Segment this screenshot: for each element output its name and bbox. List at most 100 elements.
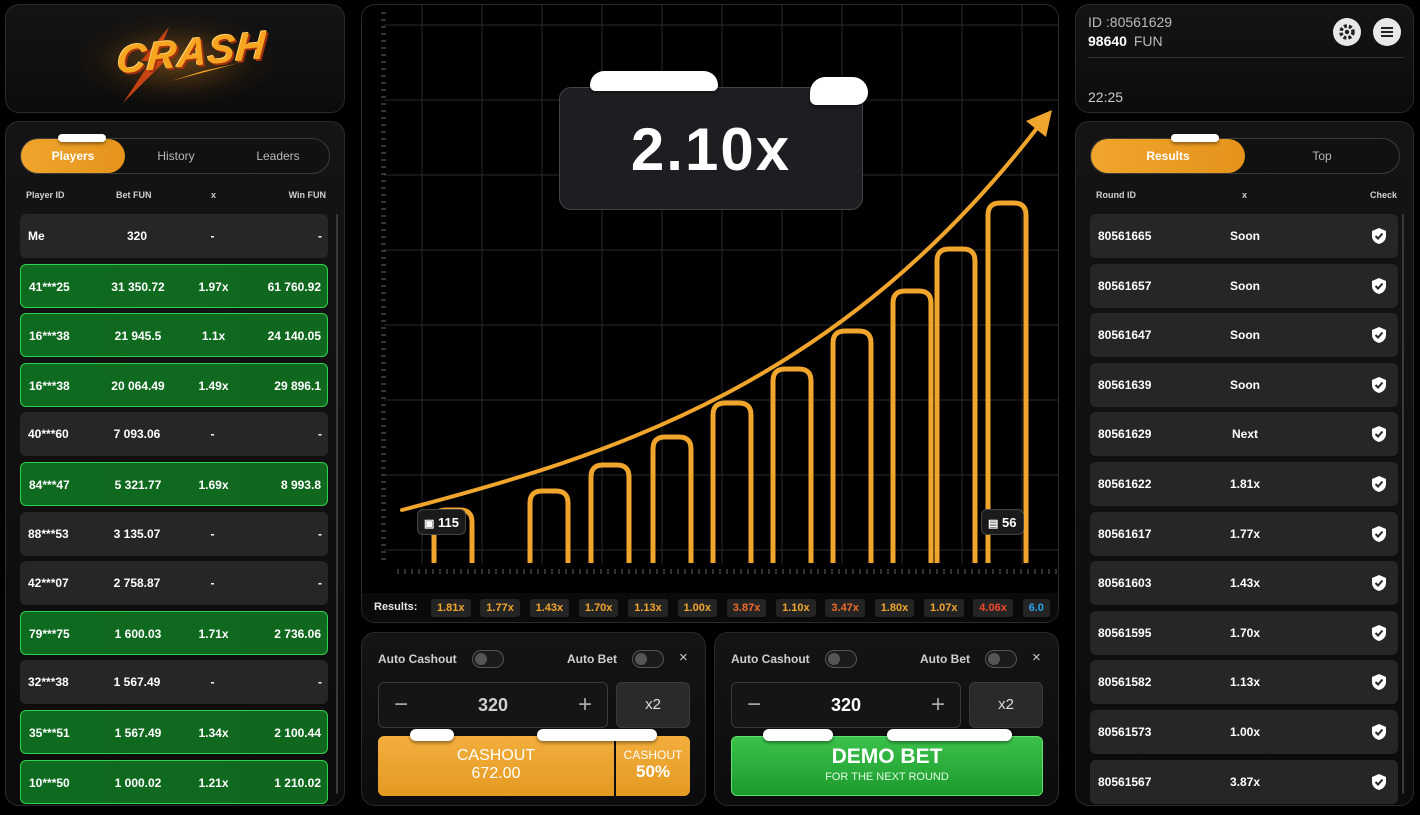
increase-bet-button[interactable]: + (920, 683, 956, 727)
decrease-bet-button[interactable]: − (736, 683, 772, 727)
result-chip[interactable]: 1.43x (529, 599, 570, 617)
shield-check-icon[interactable] (1370, 227, 1388, 245)
table-row: 41***25 31 350.72 1.97x 61 760.92 (20, 263, 328, 308)
table-row: 88***53 3 135.07 - - (20, 511, 328, 556)
tab-leaders[interactable]: Leaders (227, 139, 329, 173)
bet-amount-stepper: − 320 + (378, 682, 608, 728)
partial-cashout-button[interactable]: CASHOUT 50% (616, 736, 690, 796)
round-id: 80561573 (1098, 725, 1152, 739)
snow-decoration (590, 71, 718, 91)
bet-amount: 31 350.72 (111, 279, 165, 294)
round-id: 80561665 (1098, 229, 1152, 243)
scrollbar[interactable] (1402, 214, 1404, 794)
player-id: 16***38 (29, 378, 70, 393)
snow-decoration (410, 729, 454, 741)
shield-check-icon[interactable] (1370, 673, 1388, 691)
results-panel: Results Top Round ID x Check 80561665 Soo… (1075, 121, 1414, 806)
bet-amount: 3 135.07 (113, 526, 161, 541)
result-chip[interactable]: 1.80x (874, 599, 915, 617)
shield-check-icon[interactable] (1370, 475, 1388, 493)
result-chip[interactable]: 1.70x (578, 599, 619, 617)
round-result: 1.00x (1229, 725, 1261, 739)
curve-arrowhead (1026, 110, 1052, 137)
auto-bet-label: Auto Bet (920, 652, 970, 666)
shield-check-icon[interactable] (1370, 723, 1388, 741)
bet-amount: 320 (126, 229, 148, 243)
auto-cashout-toggle[interactable] (472, 650, 504, 668)
bet-amount: 20 064.49 (111, 378, 165, 393)
gear-icon[interactable] (1333, 18, 1361, 46)
decrease-bet-button[interactable]: − (383, 683, 419, 727)
tab-results[interactable]: Results (1091, 139, 1245, 173)
result-chip[interactable]: 1.07x (924, 599, 964, 617)
auto-cashout-label: Auto Cashout (731, 652, 810, 666)
tab-top[interactable]: Top (1245, 139, 1399, 173)
shield-check-icon[interactable] (1370, 525, 1388, 543)
multiplier: 1.69x (198, 478, 229, 492)
shield-check-icon[interactable] (1370, 773, 1388, 791)
multiplier: 1.34x (198, 726, 229, 740)
result-chip[interactable]: 4.06x (973, 599, 1013, 617)
close-icon[interactable]: × (679, 649, 688, 666)
balance: 98640 FUN (1088, 33, 1163, 49)
demo-bet-button[interactable]: DEMO BET FOR THE NEXT ROUND (731, 736, 1043, 796)
col-header-round: Round ID (1096, 190, 1136, 200)
cashout-button[interactable]: CASHOUT 672.00 (378, 736, 614, 796)
shield-check-icon[interactable] (1370, 326, 1388, 344)
shield-check-icon[interactable] (1370, 376, 1388, 394)
double-bet-button[interactable]: x2 (616, 682, 690, 728)
close-icon[interactable]: × (1032, 649, 1041, 666)
bet-amount: 1 000.02 (114, 775, 162, 790)
result-chip[interactable]: 1.13x (628, 599, 668, 617)
bet-panel-1: Auto Cashout Auto Bet × − 320 + x2 CASHO… (361, 632, 706, 806)
double-bet-button[interactable]: x2 (969, 682, 1043, 728)
auto-cashout-toggle[interactable] (825, 650, 857, 668)
bet-amount: 7 093.06 (113, 427, 161, 442)
result-chip[interactable]: 6.0 (1022, 599, 1050, 617)
table-row: 80561657 Soon (1090, 263, 1398, 308)
result-chip[interactable]: 1.81x (431, 599, 471, 617)
graph-arch (890, 288, 934, 563)
bet-amount-value[interactable]: 320 (782, 683, 910, 727)
player-id: 16***38 (29, 329, 70, 344)
snow-decoration (537, 729, 657, 741)
increase-bet-button[interactable]: + (567, 683, 603, 727)
auto-bet-toggle[interactable] (985, 650, 1017, 668)
tab-players[interactable]: Players (21, 139, 125, 173)
clock: 22:25 (1088, 89, 1124, 105)
result-chip[interactable]: 1.77x (480, 599, 520, 617)
player-id: ID :80561629 (1088, 14, 1173, 30)
result-chip[interactable]: 1.10x (776, 599, 816, 617)
player-id: 40***60 (28, 427, 69, 442)
table-row: 79***75 1 600.03 1.71x 2 736.06 (20, 610, 328, 655)
scrollbar[interactable] (336, 214, 338, 794)
result-chip[interactable]: 3.87x (726, 599, 767, 617)
shield-check-icon[interactable] (1370, 425, 1388, 443)
tab-history[interactable]: History (125, 139, 227, 173)
col-header-check: Check (1369, 190, 1397, 200)
multiplier: - (210, 675, 215, 690)
graph-arch (934, 246, 978, 563)
round-result: Soon (1230, 328, 1260, 343)
win-amount: 2 736.06 (274, 626, 321, 641)
graph-arch (710, 400, 754, 563)
menu-icon[interactable] (1373, 18, 1401, 46)
multiplier: - (210, 526, 215, 541)
auto-bet-toggle[interactable] (632, 650, 664, 668)
round-result: Soon (1230, 377, 1260, 392)
col-header-x: x (1242, 190, 1248, 200)
shield-check-icon[interactable] (1370, 277, 1388, 295)
table-row: 35***51 1 567.49 1.34x 2 100.44 (20, 710, 328, 754)
result-chip[interactable]: 3.47x (825, 599, 865, 617)
round-result: Soon (1230, 278, 1260, 293)
graph-arches (431, 200, 1029, 563)
shield-check-icon[interactable] (1370, 574, 1388, 592)
round-result: 1.70x (1229, 625, 1261, 640)
players-panel: Players History Leaders Player ID Bet FU… (5, 121, 345, 806)
demo-bet-label: DEMO BET (831, 745, 943, 768)
bet-amount-value[interactable]: 320 (429, 683, 557, 727)
bet-amount: 5 321.77 (114, 478, 162, 492)
col-header-x: x (211, 190, 217, 200)
shield-check-icon[interactable] (1370, 624, 1388, 642)
result-chip[interactable]: 1.00x (677, 599, 718, 617)
